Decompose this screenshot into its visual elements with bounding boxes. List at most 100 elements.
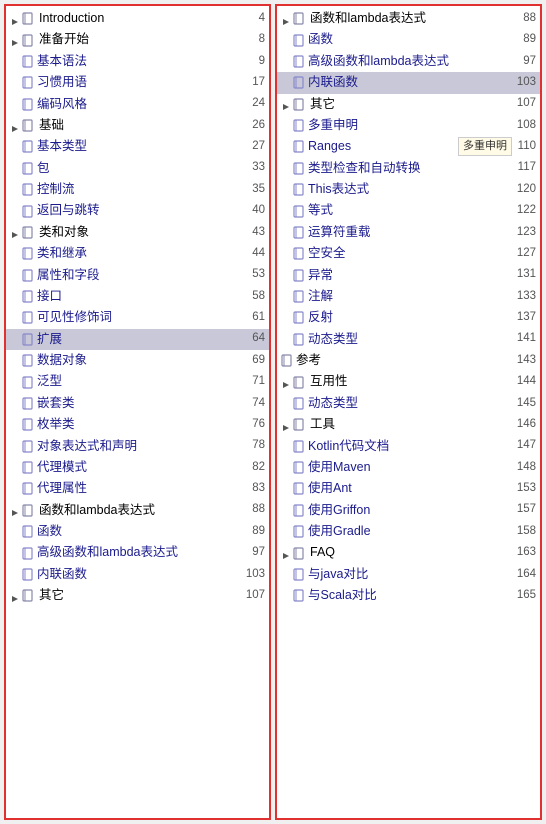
toc-item[interactable]: 控制流35 bbox=[6, 179, 269, 200]
toc-item[interactable]: 互用性144 bbox=[277, 371, 540, 392]
toc-item[interactable]: 等式122 bbox=[277, 200, 540, 221]
book-icon bbox=[22, 12, 34, 25]
toc-item[interactable]: Ranges多重申明110 bbox=[277, 136, 540, 157]
toc-item[interactable]: 类和对象43 bbox=[6, 222, 269, 243]
toc-item[interactable]: 与Scala对比165 bbox=[277, 585, 540, 606]
item-text: 空安全 bbox=[308, 244, 512, 263]
page-number: 88 bbox=[512, 10, 536, 28]
toc-item[interactable]: 习惯用语17 bbox=[6, 72, 269, 93]
toc-item[interactable]: 类型检查和自动转换117 bbox=[277, 158, 540, 179]
toc-item[interactable]: 编码风格24 bbox=[6, 94, 269, 115]
toc-item[interactable]: 使用Maven148 bbox=[277, 457, 540, 478]
book-icon bbox=[22, 98, 34, 111]
page-number: 107 bbox=[512, 95, 536, 113]
page-number: 8 bbox=[241, 31, 265, 49]
toc-item[interactable]: 扩展64 bbox=[6, 329, 269, 350]
item-text: 习惯用语 bbox=[37, 73, 241, 92]
toc-item[interactable]: 参考143 bbox=[277, 350, 540, 371]
toc-item[interactable]: This表达式120 bbox=[277, 179, 540, 200]
page-number: 157 bbox=[512, 501, 536, 519]
toc-item[interactable]: 运算符重载123 bbox=[277, 222, 540, 243]
toc-item[interactable]: 可见性修饰词61 bbox=[6, 307, 269, 328]
book-icon bbox=[293, 504, 305, 517]
toc-item[interactable]: 动态类型141 bbox=[277, 329, 540, 350]
page-number: 97 bbox=[241, 544, 265, 562]
toc-item[interactable]: 属性和字段53 bbox=[6, 265, 269, 286]
toc-item[interactable]: 反射137 bbox=[277, 307, 540, 328]
item-text: 代理模式 bbox=[37, 458, 241, 477]
item-text: 反射 bbox=[308, 308, 512, 327]
toc-item[interactable]: 数据对象69 bbox=[6, 350, 269, 371]
toc-item[interactable]: 函数89 bbox=[277, 29, 540, 50]
arrow-book-icon bbox=[281, 376, 308, 389]
page-number: 165 bbox=[512, 587, 536, 605]
toc-item[interactable]: 注解133 bbox=[277, 286, 540, 307]
item-text: 函数和lambda表达式 bbox=[39, 501, 241, 520]
page-number: 153 bbox=[512, 480, 536, 498]
toc-item[interactable]: Introduction4 bbox=[6, 8, 269, 29]
page-number: 88 bbox=[241, 501, 265, 519]
toc-item[interactable]: 函数和lambda表达式88 bbox=[277, 8, 540, 29]
toc-item[interactable]: 高级函数和lambda表达式97 bbox=[6, 542, 269, 563]
toc-item[interactable]: 内联函数103 bbox=[277, 72, 540, 93]
book-icon bbox=[293, 397, 305, 410]
arrow-icon bbox=[10, 227, 20, 237]
toc-item[interactable]: FAQ163 bbox=[277, 542, 540, 563]
page-number: 120 bbox=[512, 181, 536, 199]
toc-item[interactable]: 内联函数103 bbox=[6, 564, 269, 585]
toc-item[interactable]: 动态类型145 bbox=[277, 393, 540, 414]
left-panel: Introduction4 准备开始8 基本语法9 习惯用语17 编码风格24 … bbox=[4, 4, 271, 820]
page-number: 110 bbox=[512, 138, 536, 156]
toc-item[interactable]: 工具146 bbox=[277, 414, 540, 435]
toc-item[interactable]: 类和继承44 bbox=[6, 243, 269, 264]
toc-item[interactable]: 空安全127 bbox=[277, 243, 540, 264]
item-text: 函数和lambda表达式 bbox=[310, 9, 512, 28]
toc-item[interactable]: 对象表达式和声明78 bbox=[6, 436, 269, 457]
toc-item[interactable]: 基本语法9 bbox=[6, 51, 269, 72]
page-number: 24 bbox=[241, 95, 265, 113]
page-number: 97 bbox=[512, 53, 536, 71]
toc-item[interactable]: 异常131 bbox=[277, 265, 540, 286]
toc-item[interactable]: 返回与跳转40 bbox=[6, 200, 269, 221]
toc-item[interactable]: Kotlin代码文档147 bbox=[277, 436, 540, 457]
toc-item[interactable]: 基础26 bbox=[6, 115, 269, 136]
page-number: 17 bbox=[241, 74, 265, 92]
book-icon bbox=[22, 119, 34, 132]
toc-item[interactable]: 代理模式82 bbox=[6, 457, 269, 478]
arrow-icon bbox=[10, 14, 20, 24]
toc-item[interactable]: 使用Gradle158 bbox=[277, 521, 540, 542]
page-number: 78 bbox=[241, 437, 265, 455]
toc-item[interactable]: 使用Ant153 bbox=[277, 478, 540, 499]
toc-item[interactable]: 基本类型27 bbox=[6, 136, 269, 157]
toc-item[interactable]: 函数和lambda表达式88 bbox=[6, 500, 269, 521]
arrow-icon bbox=[10, 591, 20, 601]
toc-item[interactable]: 其它107 bbox=[6, 585, 269, 606]
book-icon bbox=[293, 76, 305, 89]
toc-item[interactable]: 函数89 bbox=[6, 521, 269, 542]
toc-item[interactable]: 泛型71 bbox=[6, 371, 269, 392]
item-text: 互用性 bbox=[310, 372, 512, 391]
toc-item[interactable]: 使用Griffon157 bbox=[277, 500, 540, 521]
page-number: 103 bbox=[241, 566, 265, 584]
item-text: 注解 bbox=[308, 287, 512, 306]
toc-item[interactable]: 准备开始8 bbox=[6, 29, 269, 50]
toc-item[interactable]: 与java对比164 bbox=[277, 564, 540, 585]
arrow-book-icon bbox=[281, 98, 308, 111]
toc-item[interactable]: 多重申明108 bbox=[277, 115, 540, 136]
toc-item[interactable]: 接口58 bbox=[6, 286, 269, 307]
item-text: 属性和字段 bbox=[37, 266, 241, 285]
item-text: 与Scala对比 bbox=[308, 586, 512, 605]
toc-item[interactable]: 代理属性83 bbox=[6, 478, 269, 499]
toc-item[interactable]: 枚举类76 bbox=[6, 414, 269, 435]
toc-item[interactable]: 嵌套类74 bbox=[6, 393, 269, 414]
book-icon bbox=[22, 140, 34, 153]
page-number: 69 bbox=[241, 352, 265, 370]
toc-item[interactable]: 高级函数和lambda表达式97 bbox=[277, 51, 540, 72]
toc-item[interactable]: 包33 bbox=[6, 158, 269, 179]
arrow-icon bbox=[281, 99, 291, 109]
item-text: 编码风格 bbox=[37, 95, 241, 114]
item-text: 其它 bbox=[310, 95, 512, 114]
book-icon bbox=[22, 226, 34, 239]
toc-item[interactable]: 其它107 bbox=[277, 94, 540, 115]
page-number: 58 bbox=[241, 288, 265, 306]
